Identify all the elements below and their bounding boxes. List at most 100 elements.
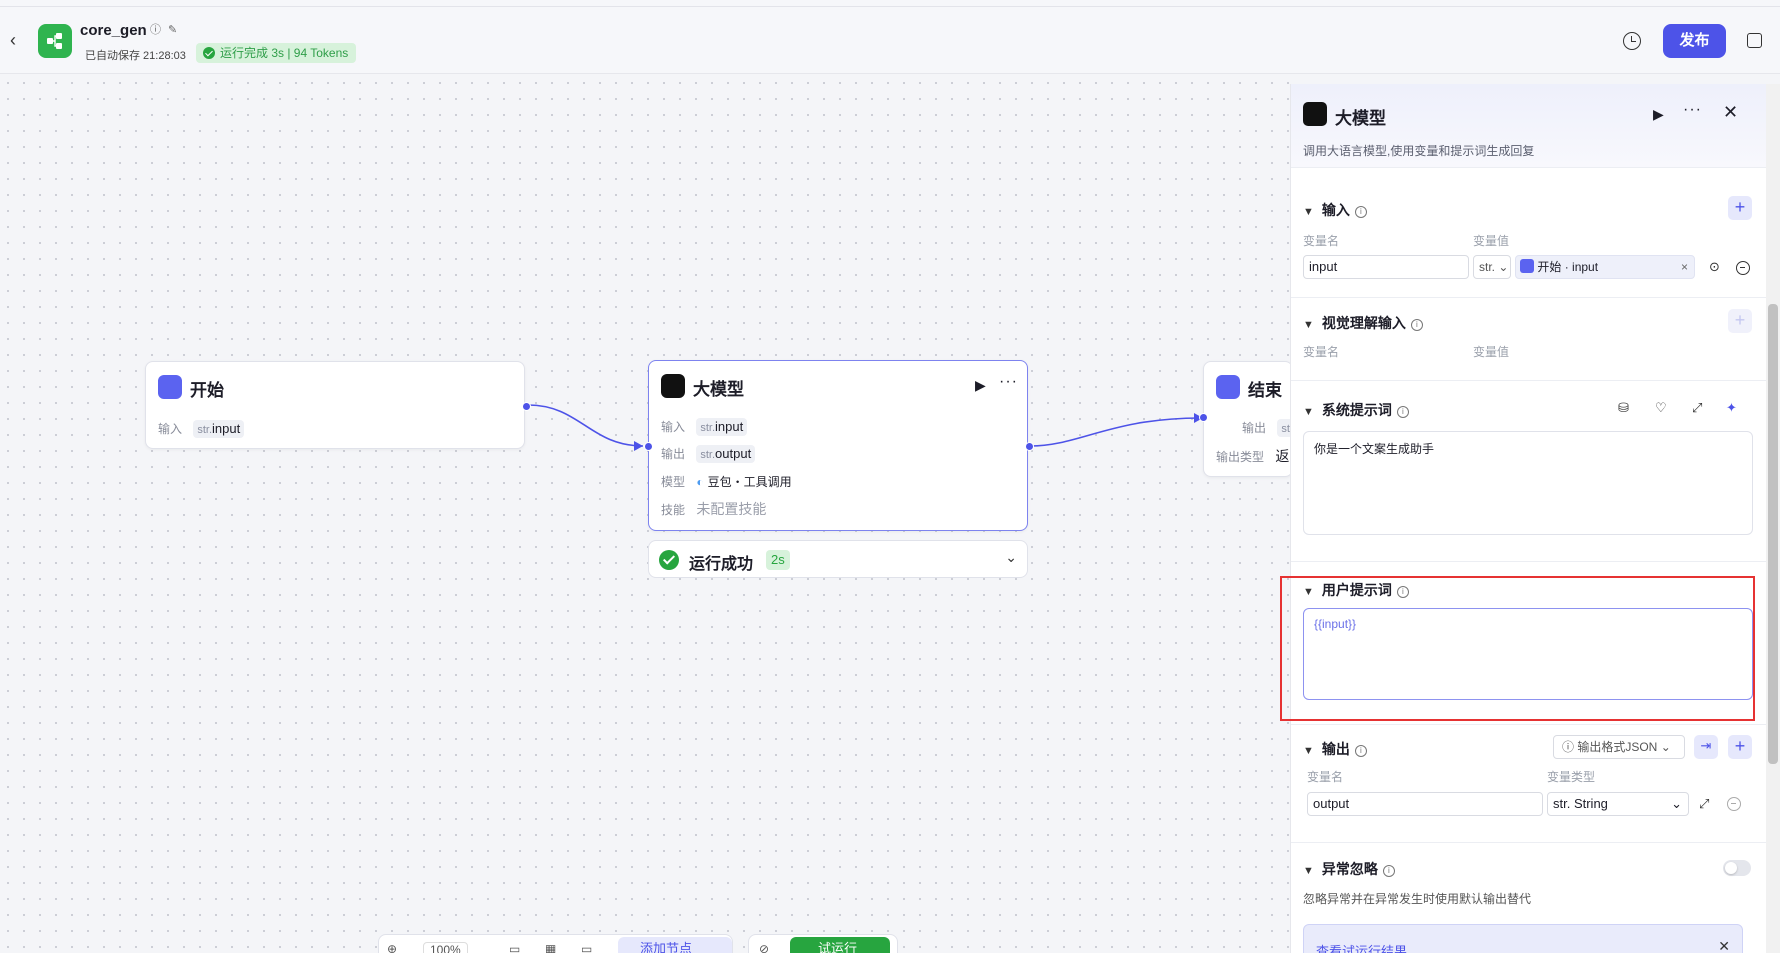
output-format-select[interactable]: ⓘ 输出格式JSON ⌄ (1553, 735, 1685, 759)
history-icon[interactable] (1623, 32, 1641, 50)
more-icon[interactable]: ··· (1683, 101, 1702, 119)
run-status-card[interactable]: 运行成功 2s ⌄ (648, 540, 1028, 578)
output-var-type-select[interactable]: str. String ⌄ (1547, 792, 1689, 816)
import-icon[interactable]: ⇥ (1694, 735, 1718, 759)
system-prompt-textarea[interactable]: 你是一个文案生成助手 (1303, 431, 1753, 535)
variable-tag: str.input (193, 420, 245, 438)
arrow-head (634, 441, 643, 451)
close-icon[interactable]: ✕ (1723, 102, 1738, 123)
start-node-icon (1520, 259, 1534, 273)
workflow-canvas[interactable] (0, 75, 1290, 953)
input-var-name-field[interactable]: input (1303, 255, 1469, 279)
autosave-status: 已自动保存 21:28:03 (85, 50, 186, 62)
header-bar: ‹ core_gen ⓘ ✎ 已自动保存 21:28:03 运行完成 3s | … (0, 0, 1780, 74)
chevron-down-icon: ▼ (1303, 865, 1314, 877)
input-section-title[interactable]: ▼ 输入 i (1303, 200, 1367, 220)
variable-tag: str.input (696, 418, 748, 436)
expand-icon[interactable]: ⤢ (1699, 796, 1709, 812)
link-icon[interactable]: ⊘ (759, 942, 769, 953)
panel-description: 调用大语言模型,使用变量和提示词生成回复 (1303, 144, 1535, 158)
exception-section-title[interactable]: ▼ 异常忽略 i (1303, 859, 1395, 879)
section-divider (1291, 297, 1766, 298)
target-icon[interactable]: ⊙ (1709, 259, 1720, 275)
view-result-label: 查看试运行结果 (1316, 944, 1408, 953)
info-icon: i (1410, 319, 1423, 331)
exception-description: 忽略异常并在异常发生时使用默认输出替代 (1303, 892, 1532, 906)
llm-node[interactable]: 大模型 ▶ ··· 输入 str.input 输出 str.output 模型 … (648, 360, 1028, 531)
end-input-port[interactable] (1199, 413, 1208, 422)
clear-icon[interactable]: × (1681, 256, 1688, 278)
play-icon[interactable]: ▶ (975, 377, 986, 394)
view-result-bar[interactable]: 查看试运行结果 ✕ (1303, 924, 1743, 953)
pointer-icon[interactable]: ⊕ (387, 942, 397, 953)
variable-name: output (715, 446, 752, 461)
llm-output-port[interactable] (1025, 442, 1034, 451)
system-prompt-title[interactable]: ▼ 系统提示词 i (1303, 400, 1409, 420)
skill-label: 技能 (661, 503, 686, 517)
user-prompt-highlight (1280, 576, 1755, 721)
input-label: 输入 (158, 422, 183, 436)
col-var-name: 变量名 (1303, 234, 1340, 248)
run-status-text: 运行成功 (689, 556, 754, 573)
play-icon[interactable]: ▶ (1653, 106, 1664, 123)
back-arrow-icon[interactable]: ‹ (10, 30, 16, 51)
remove-output-button[interactable] (1727, 797, 1741, 811)
end-node-icon (1216, 375, 1240, 399)
section-divider (1291, 724, 1766, 725)
add-vision-input-button[interactable]: + (1728, 309, 1752, 333)
expand-icon[interactable]: ⤢ (1692, 400, 1702, 416)
variable-tag: str.output (696, 445, 756, 463)
end-node[interactable]: 结束 输出 st 输出类型 返 (1203, 361, 1294, 477)
add-node-button[interactable]: 添加节点 (618, 937, 732, 953)
llm-model-row: 模型 ◐ 豆包・工具调用 (661, 473, 792, 490)
publish-button[interactable]: 发布 (1663, 24, 1726, 58)
run-duration-badge: 2s (766, 550, 790, 570)
check-icon (203, 47, 215, 59)
input-var-type-select[interactable]: str. ⌄ (1473, 255, 1511, 279)
panel-scroll-thumb[interactable] (1768, 304, 1778, 764)
zoom-level[interactable]: 100% (423, 942, 468, 953)
input-ref-value[interactable]: 开始 · input × (1515, 255, 1695, 279)
output-section-title[interactable]: ▼ 输出 i (1303, 739, 1367, 759)
start-node[interactable]: 开始 输入 str.input (145, 361, 525, 449)
start-node-title: 开始 (190, 381, 224, 400)
minimap-icon[interactable]: ▭ (581, 942, 592, 953)
success-icon (659, 550, 679, 570)
chevron-down-icon[interactable]: ⌄ (1005, 549, 1017, 566)
llm-input-port[interactable] (644, 442, 653, 451)
vision-section-title[interactable]: ▼ 视觉理解输入 i (1303, 313, 1423, 333)
ai-optimize-icon[interactable]: ✦ (1726, 400, 1737, 416)
edit-icon[interactable]: ✎ (168, 24, 180, 36)
duplicate-icon[interactable] (1747, 33, 1762, 48)
fit-view-icon[interactable]: ▭ (509, 942, 520, 953)
app-name: core_gen (80, 22, 147, 39)
chevron-down-icon: ▼ (1303, 406, 1314, 418)
ref-node-name: 开始 (1537, 260, 1562, 274)
exception-ignore-toggle[interactable] (1723, 860, 1751, 876)
close-icon[interactable]: ✕ (1718, 938, 1730, 953)
end-output-row: 输出 st (1242, 419, 1294, 437)
llm-output-row: 输出 str.output (661, 445, 756, 463)
remove-input-button[interactable] (1736, 261, 1750, 275)
output-var-name-field[interactable]: output (1307, 792, 1543, 816)
info-icon[interactable]: ⓘ (150, 24, 162, 36)
prompt-library-icon[interactable]: ⛁ (1618, 400, 1629, 416)
section-divider (1291, 380, 1766, 381)
col-var-value: 变量值 (1473, 234, 1510, 248)
start-output-port[interactable] (522, 402, 531, 411)
section-label: 输出 (1321, 741, 1350, 757)
add-input-button[interactable]: + (1728, 196, 1752, 220)
section-label: 系统提示词 (1321, 402, 1392, 418)
variable-name: input (715, 419, 744, 434)
add-output-button[interactable]: + (1728, 735, 1752, 759)
info-icon: i (1396, 406, 1409, 418)
more-icon[interactable]: ··· (999, 373, 1018, 391)
section-label: 异常忽略 (1321, 861, 1378, 877)
layout-icon[interactable]: ▦ (545, 942, 556, 953)
test-run-button[interactable]: 试运行 (790, 937, 890, 953)
llm-node-icon (661, 374, 685, 398)
lightbulb-icon[interactable]: ♡ (1655, 400, 1667, 416)
llm-node-title: 大模型 (693, 380, 744, 399)
edge-layer (527, 404, 1203, 451)
type-prefix: str. (700, 449, 716, 461)
